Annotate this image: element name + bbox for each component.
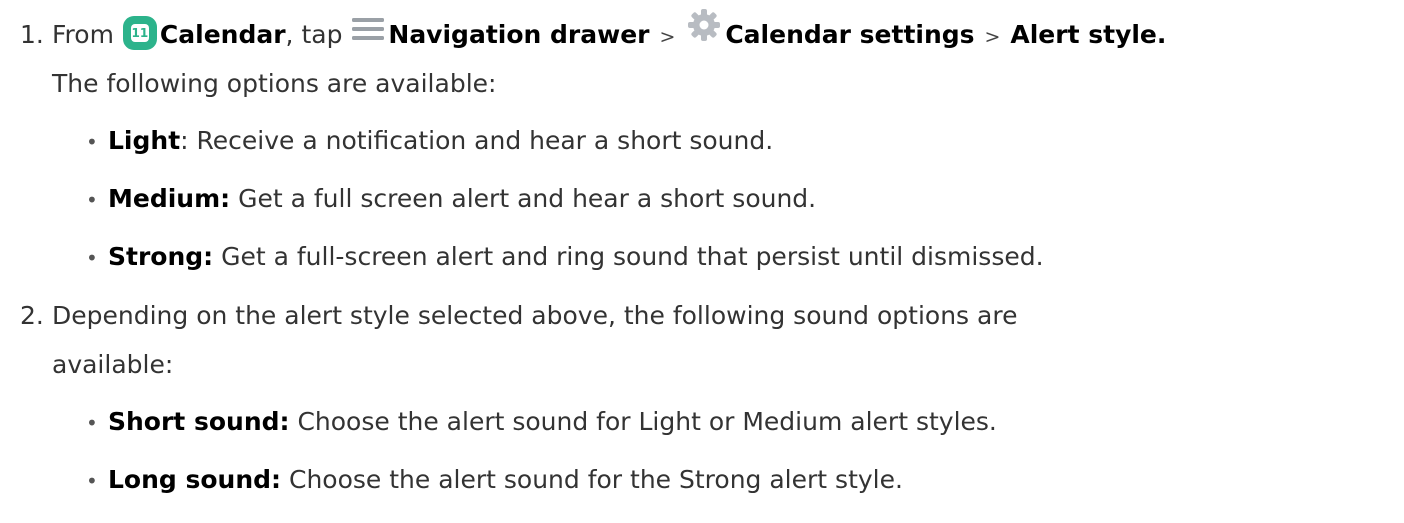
option-name: Long sound: (108, 465, 282, 494)
option-description: Choose the alert sound for Light or Medi… (289, 407, 997, 436)
option-description: Get a full screen alert and hear a short… (230, 184, 817, 213)
step-1-instruction: From 11 Calendar, tap Navigation drawer … (52, 7, 1167, 62)
option-name: Strong: (108, 242, 214, 271)
tap-text: , tap (285, 20, 343, 49)
alert-style-options-list: • Light: Receive a notification and hear … (86, 118, 1386, 292)
gear-icon (686, 7, 722, 59)
option-description: Choose the alert sound for the Strong al… (281, 465, 903, 494)
navigation-drawer-label: Navigation drawer (388, 20, 650, 49)
step-number: 1. (20, 20, 44, 49)
step-2-instruction: Depending on the alert style selected ab… (52, 301, 1018, 330)
breadcrumb-separator: > (659, 26, 676, 48)
bullet-icon: • (86, 411, 98, 435)
bullet-icon: • (86, 130, 98, 154)
list-item: • Light: Receive a notification and hear … (86, 118, 1386, 176)
calendar-settings-label: Calendar settings (725, 20, 975, 49)
calendar-app-icon: 11 (122, 16, 157, 50)
list-item: • Short sound: Choose the alert sound for… (86, 399, 1386, 457)
calendar-label: Calendar (159, 20, 286, 49)
bullet-icon: • (86, 188, 98, 212)
list-item: • Strong: Get a full-screen alert and rin… (86, 234, 1386, 292)
option-name: Short sound: (108, 407, 290, 436)
option-name: Medium: (108, 184, 231, 213)
sound-options-list: • Short sound: Choose the alert sound for… (86, 399, 1386, 515)
bullet-icon: • (86, 469, 98, 493)
instruction-page: 1. From 11 Calendar, tap Navigation draw… (0, 0, 1404, 523)
from-text: From (52, 20, 114, 49)
calendar-icon-number: 11 (130, 24, 149, 42)
step-1-intro: The following options are available: (52, 69, 497, 98)
step-2-instruction-continued: available: (52, 350, 174, 379)
option-description: : Receive a notification and hear a shor… (180, 126, 774, 155)
option-description: Get a full-screen alert and ring sound t… (213, 242, 1044, 271)
alert-style-label: Alert style. (1010, 20, 1167, 49)
list-item: • Long sound: Choose the alert sound for … (86, 457, 1386, 515)
list-item: • Medium: Get a full screen alert and hea… (86, 176, 1386, 234)
bullet-icon: • (86, 246, 98, 270)
step-number: 2. (20, 301, 44, 330)
option-name: Light (108, 126, 181, 155)
hamburger-menu-icon (351, 9, 385, 58)
breadcrumb-separator: > (984, 26, 1001, 48)
